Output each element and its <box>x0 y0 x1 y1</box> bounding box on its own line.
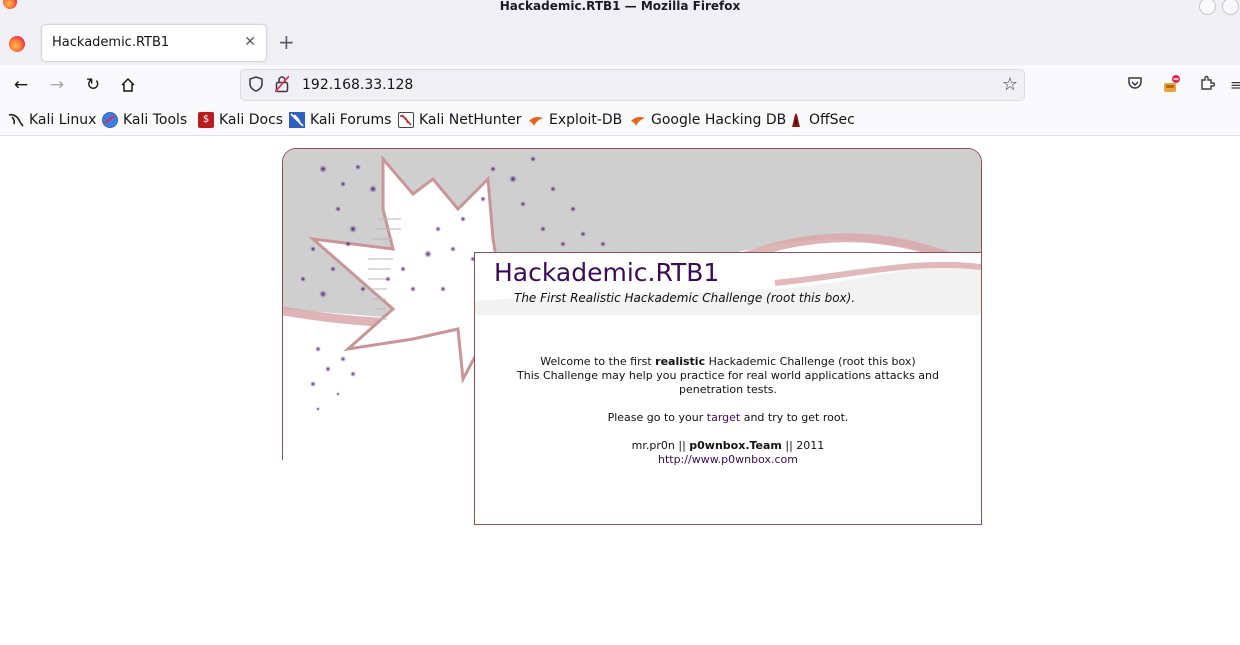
ghdb-icon <box>630 112 646 128</box>
site-subtitle: The First Realistic Hackademic Challenge… <box>514 291 856 305</box>
p0wnbox-link[interactable]: http://www.p0wnbox.com <box>658 453 798 466</box>
kali-nethunter-icon <box>398 112 414 128</box>
kali-dragon-icon <box>8 112 24 128</box>
bookmark-kali-forums[interactable]: Kali Forums <box>289 111 391 129</box>
page-viewport: Hackademic.RTB1 The First Realistic Hack… <box>0 137 1240 645</box>
extension-blocked-icon[interactable] <box>1161 75 1181 95</box>
extensions-puzzle-icon[interactable] <box>1197 75 1217 95</box>
window-titlebar: Hackademic.RTB1 — Mozilla Firefox <box>0 0 1240 21</box>
tab-hackademic[interactable]: Hackademic.RTB1 ✕ <box>42 25 266 61</box>
pocket-icon[interactable] <box>1125 75 1145 95</box>
forward-button[interactable]: → <box>46 74 68 96</box>
bookmark-offsec[interactable]: OffSec <box>788 111 855 129</box>
tab-strip: Hackademic.RTB1 ✕ + <box>0 21 1240 65</box>
home-button[interactable] <box>117 74 139 96</box>
bookmark-kali-tools[interactable]: Kali Tools <box>102 111 187 129</box>
kali-tools-icon <box>102 112 118 128</box>
target-link[interactable]: target <box>707 411 740 424</box>
content-header: Hackademic.RTB1 The First Realistic Hack… <box>475 253 981 315</box>
team-name: p0wnbox.Team <box>689 439 782 452</box>
insecure-lock-icon[interactable] <box>274 75 290 93</box>
window-title: Hackademic.RTB1 — Mozilla Firefox <box>499 0 741 13</box>
url-bar[interactable]: 192.168.33.128 ☆ <box>240 69 1025 101</box>
content-box: Hackademic.RTB1 The First Realistic Hack… <box>474 252 982 525</box>
url-text[interactable]: 192.168.33.128 <box>302 77 413 93</box>
menu-icon[interactable]: ≡ <box>1230 75 1240 95</box>
welcome-line: Welcome to the first realistic Hackademi… <box>540 355 916 368</box>
bookmark-kali-docs[interactable]: $ Kali Docs <box>198 111 283 129</box>
site-title: Hackademic.RTB1 <box>494 258 720 287</box>
bookmark-kali-linux[interactable]: Kali Linux <box>8 111 96 129</box>
close-tab-icon[interactable]: ✕ <box>244 34 256 50</box>
kali-forums-icon <box>289 112 305 128</box>
challenge-line: This Challenge may help you practice for… <box>517 369 939 396</box>
bookmark-exploit-db[interactable]: Exploit-DB <box>528 111 622 129</box>
content-body: Welcome to the first realistic Hackademi… <box>475 355 981 467</box>
new-tab-button[interactable]: + <box>278 30 295 54</box>
tab-label: Hackademic.RTB1 <box>52 35 170 50</box>
kali-docs-icon: $ <box>198 112 214 128</box>
bookmark-kali-nethunter[interactable]: Kali NetHunter <box>398 111 521 129</box>
exploit-db-icon <box>528 112 544 128</box>
bookmark-google-hacking-db[interactable]: Google Hacking DB <box>630 111 786 129</box>
bookmarks-toolbar: Kali Linux Kali Tools $ Kali Docs Kali F… <box>0 105 1240 136</box>
back-button[interactable]: ← <box>10 74 32 96</box>
firefox-view-icon[interactable] <box>9 36 25 52</box>
bookmark-star-icon[interactable]: ☆ <box>1002 74 1018 95</box>
offsec-icon <box>788 112 804 128</box>
reload-button[interactable]: ↻ <box>82 74 104 96</box>
credit-line: mr.pr0n || p0wnbox.Team || 2011 <box>631 439 825 452</box>
welcome-bold: realistic <box>655 355 706 368</box>
goto-line: Please go to your target and try to get … <box>607 411 849 424</box>
navigation-bar: ← → ↻ 192.168.33.128 ☆ ≡ <box>0 65 1240 105</box>
tracking-protection-shield-icon[interactable] <box>249 76 263 96</box>
